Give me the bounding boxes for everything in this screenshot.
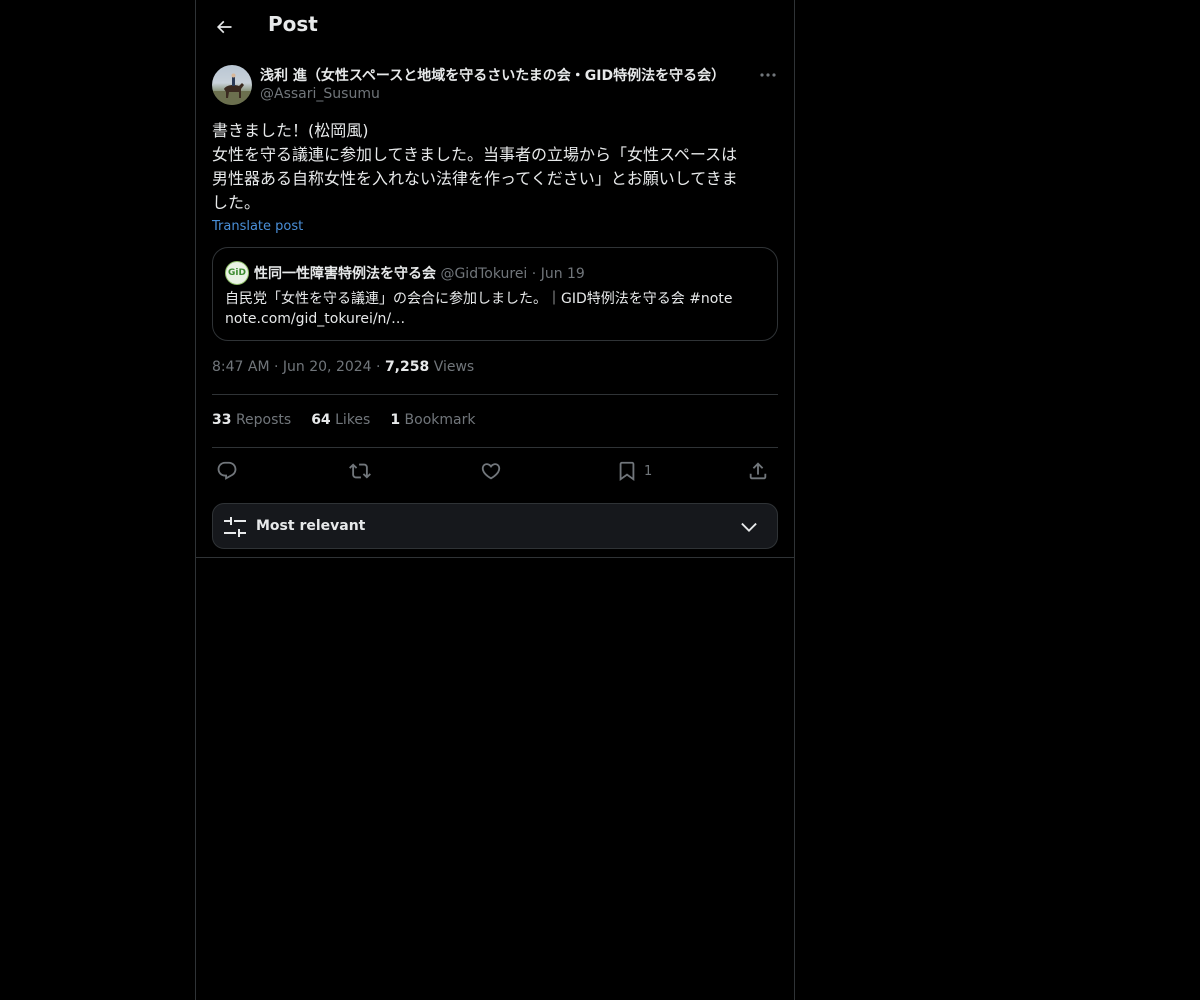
like-icon [481, 463, 501, 480]
quoted-author-name[interactable]: 性同一性障害特例法を守る会 [254, 266, 436, 282]
page-title: Post [268, 12, 318, 36]
quoted-author-handle[interactable]: @GidTokurei [440, 266, 527, 282]
quoted-header: 性同一性障害特例法を守る会 @GidTokurei · Jun 19 [254, 263, 585, 283]
bookmark-icon [619, 461, 635, 482]
author-handle[interactable]: @Assari_Susumu [260, 86, 380, 102]
quoted-avatar[interactable]: GiD [225, 261, 249, 285]
views-count: 7,258 [384, 359, 430, 375]
bookmarks-count: 1 [390, 412, 401, 428]
post-text-line: した。 [212, 193, 261, 212]
views-label: Views [433, 359, 475, 375]
likes-label: Likes [335, 412, 371, 428]
quoted-date[interactable]: Jun 19 [541, 266, 585, 282]
separator-dot: · [274, 359, 279, 375]
post-meta: 8:47 AM · Jun 20, 2024 · 7,258 Views [212, 359, 474, 375]
likes-stat[interactable]: 64 Likes [311, 412, 370, 428]
reposts-count: 33 [212, 412, 232, 428]
post-text: 書きました！(松岡風) 女性を守る議連に参加してきました。当事者の立場から「女性… [212, 119, 778, 215]
post-text-line: 書きました！(松岡風) [212, 121, 369, 140]
quoted-text-line: note.com/gid_tokurei/n/… [225, 311, 406, 327]
like-button[interactable] [480, 459, 502, 483]
likes-count: 64 [311, 412, 331, 428]
chevron-down-icon [741, 522, 757, 532]
engagement-stats: 33 Reposts 64 Likes 1 Bookmark [212, 412, 475, 428]
arrow-left-icon [216, 20, 232, 34]
more-dots-icon [760, 73, 776, 77]
reply-sort-dropdown[interactable]: Most relevant [212, 503, 778, 549]
post-date[interactable]: Jun 20, 2024 [283, 359, 372, 375]
bookmark-button[interactable]: 1 [616, 459, 652, 483]
more-options-button[interactable] [756, 65, 780, 85]
action-bar: 1 [212, 459, 778, 485]
translate-post-link[interactable]: Translate post [212, 219, 303, 234]
reply-button[interactable] [216, 459, 238, 483]
bookmarks-stat[interactable]: 1 Bookmark [390, 412, 475, 428]
reposts-stat[interactable]: 33 Reposts [212, 412, 291, 428]
quoted-text-line: 自民党「女性を守る議連」の会合に参加しました。｜GID特例法を守る会 #note [225, 291, 733, 307]
bookmarks-label: Bookmark [404, 412, 476, 428]
divider [196, 557, 794, 558]
author-row: 浅利 進（女性スペースと地域を守るさいたまの会・GID特例法を守る会） @Ass… [212, 65, 778, 107]
repost-icon [349, 463, 371, 479]
divider [212, 394, 778, 395]
bookmark-count: 1 [644, 463, 653, 479]
horse-rider-picture [212, 73, 252, 105]
author-name[interactable]: 浅利 進（女性スペースと地域を守るさいたまの会・GID特例法を守る会） [260, 65, 725, 85]
separator-dot: · [531, 266, 537, 282]
quoted-text: 自民党「女性を守る議連」の会合に参加しました。｜GID特例法を守る会 #note… [225, 289, 765, 329]
post-text-line: 女性を守る議連に参加してきました。当事者の立場から「女性スペースは [212, 145, 738, 164]
sort-label: Most relevant [256, 518, 366, 534]
post-column: Post 浅利 進（女性スペースと地域を守るさいたまの会・GID特例法を守る会）… [195, 0, 795, 1000]
separator-dot: · [376, 359, 381, 375]
sliders-icon [224, 517, 246, 537]
quoted-post[interactable]: GiD 性同一性障害特例法を守る会 @GidTokurei · Jun 19 自… [212, 247, 778, 341]
avatar[interactable] [212, 65, 252, 105]
reposts-label: Reposts [235, 412, 292, 428]
share-button[interactable] [747, 459, 769, 483]
divider [212, 447, 778, 448]
post-time[interactable]: 8:47 AM [212, 359, 270, 375]
reply-icon [217, 461, 237, 480]
post-text-line: 男性器ある自称女性を入れない法律を作ってください」とお願いしてきま [212, 169, 738, 188]
repost-button[interactable] [349, 459, 371, 483]
top-bar: Post [196, 0, 794, 54]
share-icon [749, 462, 767, 480]
back-button[interactable] [208, 11, 240, 43]
